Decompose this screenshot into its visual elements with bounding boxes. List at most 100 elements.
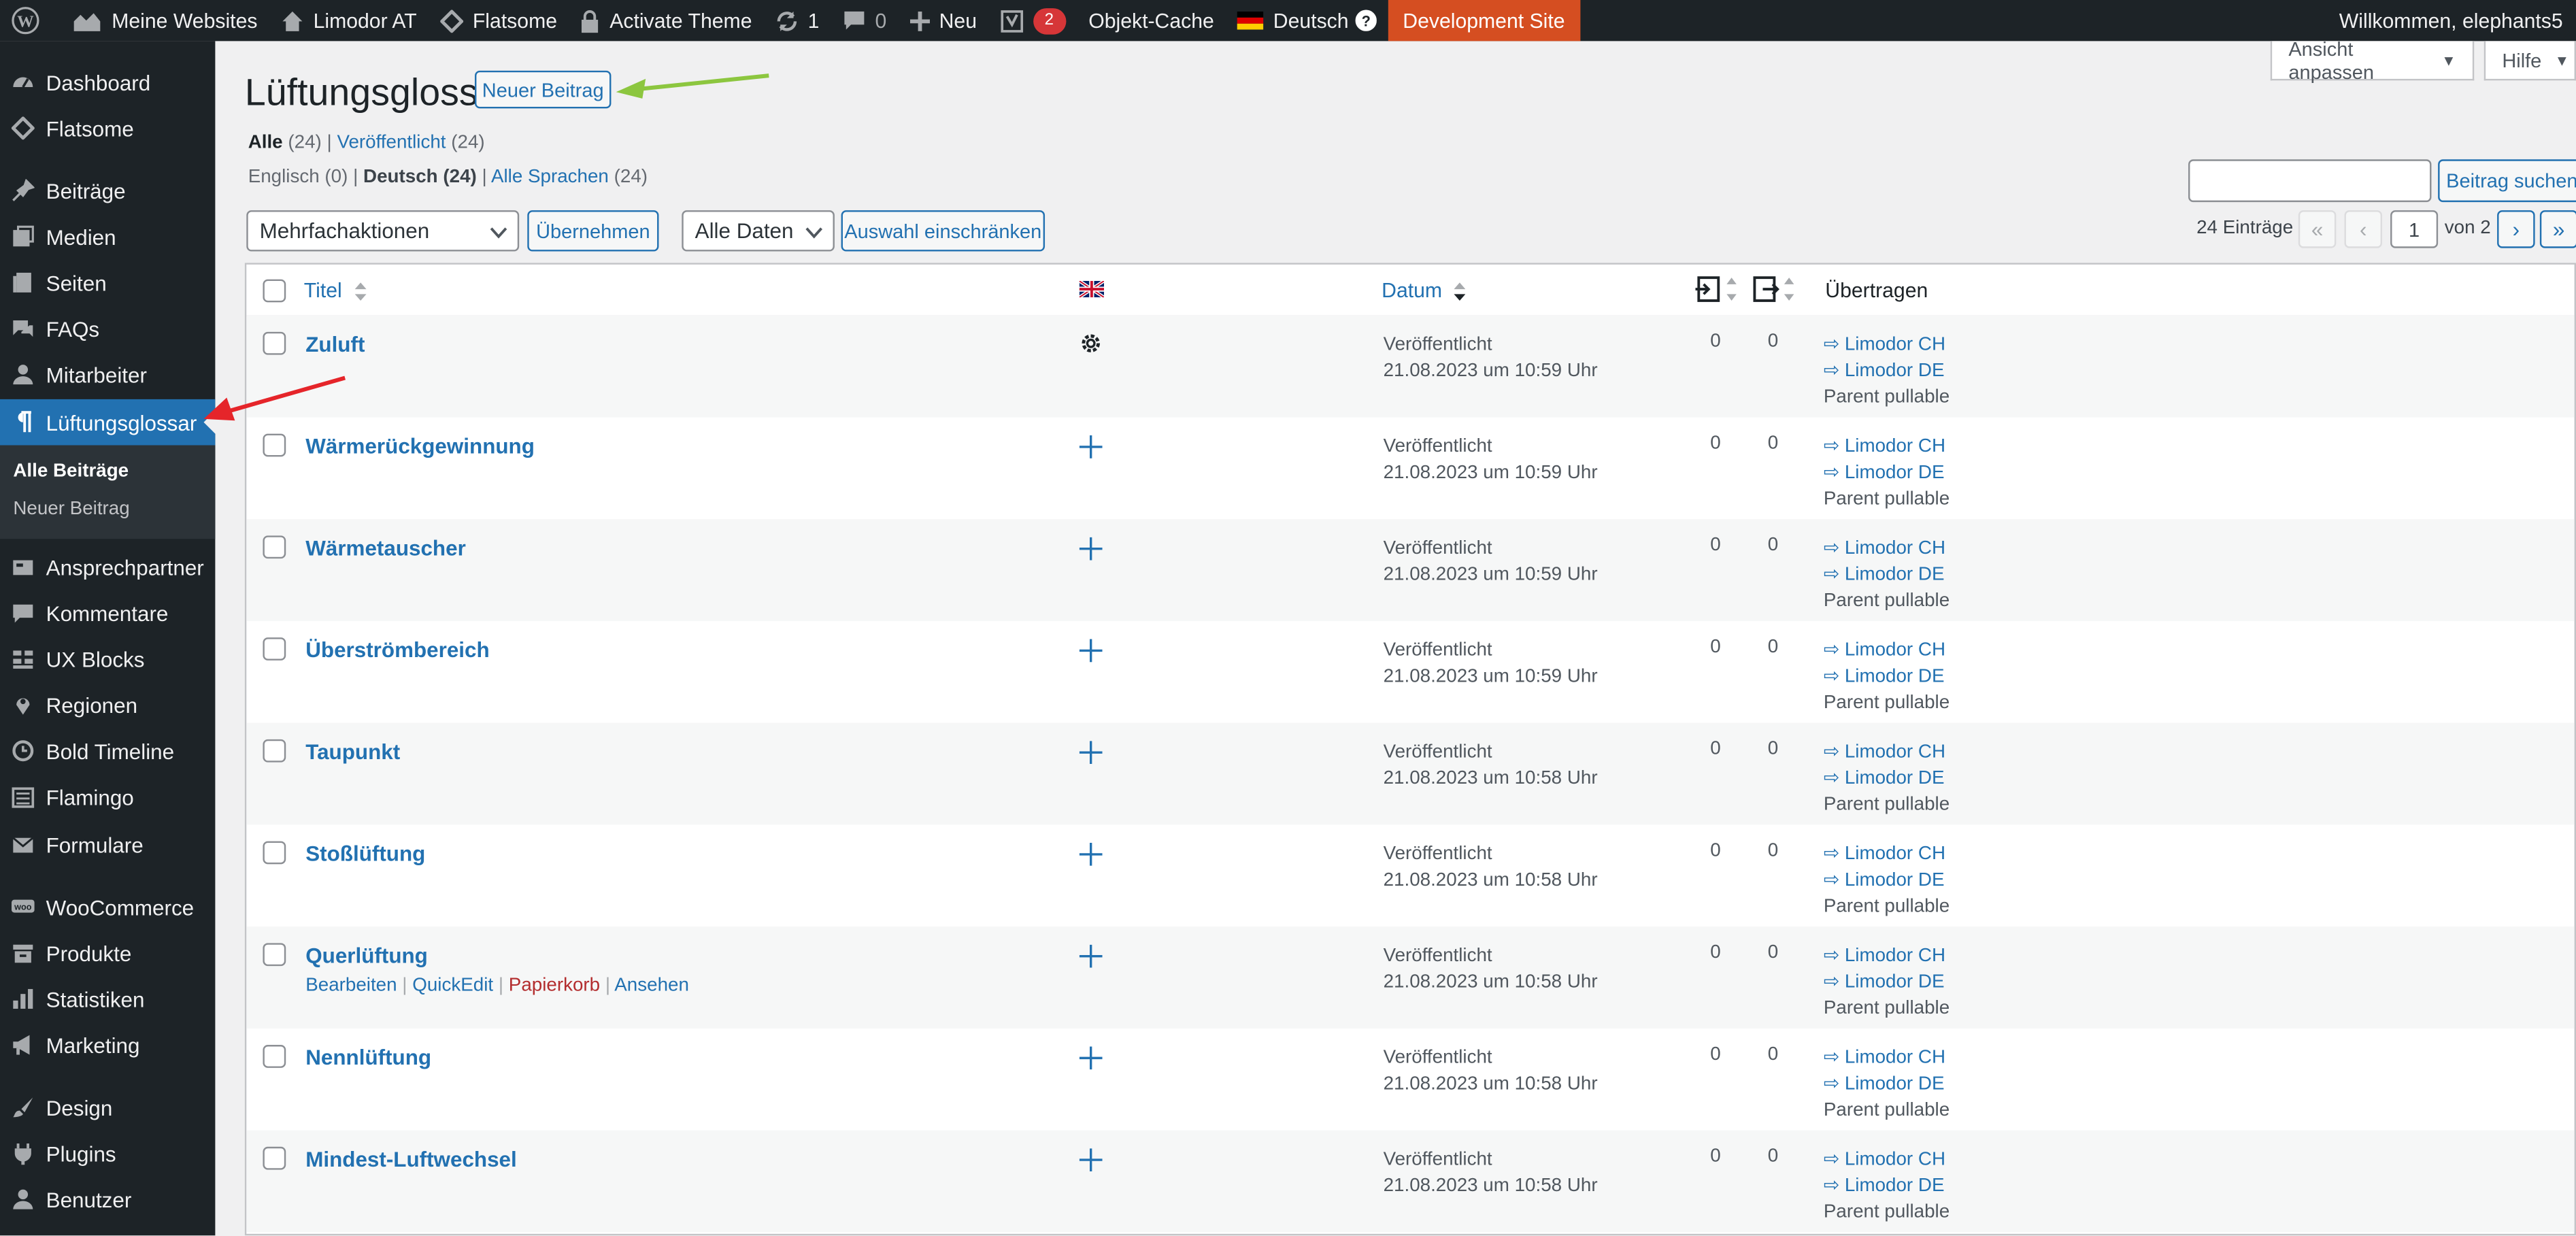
sidebar-item-marketing[interactable]: Marketing xyxy=(0,1022,215,1068)
post-title-link[interactable]: Zuluft xyxy=(305,332,365,356)
filter-all[interactable]: Alle xyxy=(248,133,283,153)
lang-deutsch[interactable]: Deutsch xyxy=(363,167,438,187)
search-input[interactable] xyxy=(2188,159,2432,203)
quickedit-link[interactable]: QuickEdit xyxy=(412,976,493,996)
sidebar-item-flamingo[interactable]: Flamingo xyxy=(0,774,215,820)
updates-link[interactable]: 1 xyxy=(763,0,831,41)
translate-link-de[interactable]: ⇨ Limodor DE xyxy=(1824,973,1945,992)
yoast-menu[interactable]: 2 xyxy=(988,0,1077,41)
translate-link-ch[interactable]: ⇨ Limodor CH xyxy=(1824,437,1945,456)
sidebar-item-flatsome[interactable]: Flatsome xyxy=(0,105,215,152)
screen-options-button[interactable]: Ansicht anpassen ▼ xyxy=(2270,37,2475,83)
filter-published[interactable]: Veröffentlicht xyxy=(337,133,446,153)
next-page-button[interactable]: › xyxy=(2497,210,2535,248)
translate-link-de[interactable]: ⇨ Limodor DE xyxy=(1824,1075,1945,1095)
prev-page-button[interactable]: ‹ xyxy=(2344,210,2383,248)
date-filter-select[interactable]: Alle Daten xyxy=(682,210,835,252)
sidebar-item-users[interactable]: Benutzer xyxy=(0,1176,215,1222)
sidebar-item-bold-timeline[interactable]: Bold Timeline xyxy=(0,728,215,774)
plus-icon[interactable] xyxy=(1079,1148,1103,1172)
help-button[interactable]: Hilfe ▼ xyxy=(2483,41,2576,81)
translate-link-ch[interactable]: ⇨ Limodor CH xyxy=(1824,335,1945,355)
new-content-menu[interactable]: Neu xyxy=(898,0,988,41)
user-account-menu[interactable]: Willkommen, elephants5 xyxy=(2328,0,2576,41)
sidebar-item-dashboard[interactable]: Dashboard xyxy=(0,59,215,105)
sidebar-item-faqs[interactable]: FAQs xyxy=(0,305,215,352)
column-title-header[interactable]: Titel xyxy=(304,280,366,302)
translate-link-de[interactable]: ⇨ Limodor DE xyxy=(1824,361,1945,381)
translate-link-ch[interactable]: ⇨ Limodor CH xyxy=(1824,743,1945,763)
edit-link[interactable]: Bearbeiten xyxy=(305,976,397,996)
post-title-link[interactable]: Wärmerückgewinnung xyxy=(305,434,535,458)
activate-theme-link[interactable]: Activate Theme xyxy=(569,0,764,41)
row-checkbox[interactable] xyxy=(263,535,286,559)
plus-icon[interactable] xyxy=(1079,1046,1103,1070)
flatsome-menu[interactable]: Flatsome xyxy=(429,0,569,41)
first-page-button[interactable]: « xyxy=(2298,210,2337,248)
development-site-badge[interactable]: Development Site xyxy=(1388,0,1580,41)
row-checkbox[interactable] xyxy=(263,1045,286,1068)
sidebar-item-products[interactable]: Produkte xyxy=(0,930,215,976)
sidebar-item-pages[interactable]: Seiten xyxy=(0,260,215,306)
plus-icon[interactable] xyxy=(1079,741,1103,765)
row-checkbox[interactable] xyxy=(263,1146,286,1170)
comments-link[interactable]: 0 xyxy=(831,0,898,41)
row-checkbox[interactable] xyxy=(263,331,286,355)
plus-icon[interactable] xyxy=(1079,944,1103,968)
filter-button[interactable]: Auswahl einschränken xyxy=(841,210,1046,252)
column-incoming-links-header[interactable] xyxy=(1695,274,1741,309)
plus-icon[interactable] xyxy=(1079,537,1103,561)
gear-icon[interactable] xyxy=(1080,332,1103,355)
sidebar-item-lueftungsglossar[interactable]: Lüftungsglossar xyxy=(0,399,216,446)
my-sites-menu[interactable]: Meine Websites xyxy=(61,0,269,41)
translate-link-ch[interactable]: ⇨ Limodor CH xyxy=(1824,946,1945,966)
sidebar-item-woocommerce[interactable]: woo WooCommerce xyxy=(0,884,215,930)
post-title-link[interactable]: Stoßlüftung xyxy=(305,841,425,866)
sidebar-item-contacts[interactable]: Ansprechpartner xyxy=(0,544,215,590)
translate-link-de[interactable]: ⇨ Limodor DE xyxy=(1824,1176,1945,1196)
language-switcher[interactable]: Deutsch ? xyxy=(1226,0,1388,41)
post-title-link[interactable]: Taupunkt xyxy=(305,739,400,764)
trash-link[interactable]: Papierkorb xyxy=(509,976,600,996)
column-outgoing-links-header[interactable] xyxy=(1753,274,1799,309)
sidebar-item-design[interactable]: Design xyxy=(0,1084,215,1131)
translate-link-ch[interactable]: ⇨ Limodor CH xyxy=(1824,1048,1945,1068)
column-date-header[interactable]: Datum xyxy=(1382,280,1467,302)
plus-icon[interactable] xyxy=(1079,842,1103,866)
post-title-link[interactable]: Nennlüftung xyxy=(305,1045,431,1069)
submenu-all-posts[interactable]: Alle Beiträge xyxy=(13,462,129,482)
submenu-new-post[interactable]: Neuer Beitrag xyxy=(13,499,129,519)
sidebar-item-posts[interactable]: Beiträge xyxy=(0,167,215,214)
lang-english[interactable]: Englisch xyxy=(248,167,320,187)
translate-link-ch[interactable]: ⇨ Limodor CH xyxy=(1824,641,1945,661)
translate-link-de[interactable]: ⇨ Limodor DE xyxy=(1824,463,1945,483)
lang-all[interactable]: Alle Sprachen xyxy=(491,167,609,187)
apply-button[interactable]: Übernehmen xyxy=(527,210,659,252)
row-checkbox[interactable] xyxy=(263,943,286,967)
plus-icon[interactable] xyxy=(1079,639,1103,663)
plus-icon[interactable] xyxy=(1079,435,1103,458)
last-page-button[interactable]: » xyxy=(2539,210,2576,248)
sidebar-item-plugins[interactable]: Plugins xyxy=(0,1131,215,1177)
translate-link-ch[interactable]: ⇨ Limodor CH xyxy=(1824,539,1945,558)
new-post-button[interactable]: Neuer Beitrag xyxy=(474,70,612,109)
row-checkbox[interactable] xyxy=(263,841,286,865)
sidebar-item-regions[interactable]: Regionen xyxy=(0,682,215,728)
translate-link-de[interactable]: ⇨ Limodor DE xyxy=(1824,871,1945,890)
sidebar-item-media[interactable]: Medien xyxy=(0,214,215,260)
translate-link-de[interactable]: ⇨ Limodor DE xyxy=(1824,565,1945,585)
site-name-menu[interactable]: Limodor AT xyxy=(269,0,428,41)
post-title-link[interactable]: Querlüftung xyxy=(305,943,428,967)
wp-logo-icon[interactable]: W xyxy=(0,0,61,41)
select-all-checkbox[interactable] xyxy=(263,279,286,303)
translate-link-ch[interactable]: ⇨ Limodor CH xyxy=(1824,844,1945,864)
sidebar-item-statistics[interactable]: Statistiken xyxy=(0,976,215,1022)
post-title-link[interactable]: Wärmetauscher xyxy=(305,535,466,560)
search-posts-button[interactable]: Beitrag suchen xyxy=(2438,159,2576,203)
current-page-input[interactable]: 1 xyxy=(2390,210,2439,248)
translate-link-de[interactable]: ⇨ Limodor DE xyxy=(1824,769,1945,788)
row-checkbox[interactable] xyxy=(263,637,286,661)
row-checkbox[interactable] xyxy=(263,739,286,763)
object-cache-link[interactable]: Objekt-Cache xyxy=(1077,0,1225,41)
view-link[interactable]: Ansehen xyxy=(614,976,689,996)
